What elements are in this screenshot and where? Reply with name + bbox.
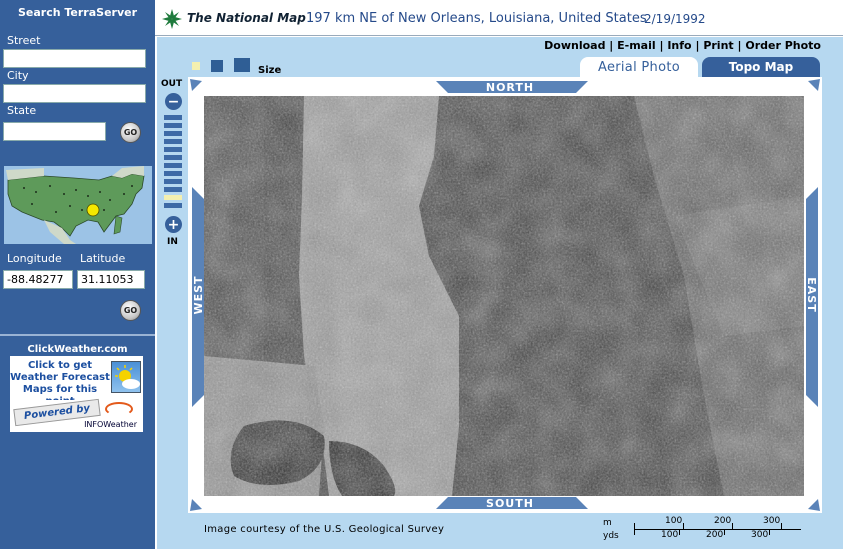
size-label: Size <box>258 65 282 76</box>
map-viewer: Download | E-mail | Info | Print | Order… <box>157 37 843 549</box>
clickweather-title[interactable]: ClickWeather.com <box>0 344 155 355</box>
zoom-level-step[interactable] <box>164 147 182 152</box>
search-go-button[interactable]: GO <box>120 122 141 143</box>
sidebar-title: Search TerraServer <box>17 6 138 19</box>
header: The National Map 197 km NE of New Orlean… <box>155 0 843 36</box>
image-date: 2/19/1992 <box>644 12 706 26</box>
size-medium-button[interactable] <box>211 60 223 72</box>
scale-tick <box>781 523 782 529</box>
scale-label-m: 100 <box>665 516 683 526</box>
pan-north-button[interactable]: NORTH <box>460 81 560 94</box>
toolbar-links: Download | E-mail | Info | Print | Order… <box>544 39 821 52</box>
zoom-level-step[interactable] <box>164 187 182 192</box>
scale-unit-yards: yds <box>603 531 619 541</box>
image-credit: Image courtesy of the U.S. Geological Su… <box>204 524 445 535</box>
street-input[interactable] <box>3 49 146 68</box>
zoom-level-step[interactable] <box>164 171 182 176</box>
toolbar-separator: | <box>605 39 618 52</box>
pan-west-button[interactable]: WEST <box>192 251 205 339</box>
weather-line: Click to get <box>27 360 93 371</box>
city-input[interactable] <box>3 84 146 103</box>
email-link[interactable]: E-mail <box>617 39 656 52</box>
scale-label-yds: 300 <box>751 530 769 540</box>
zoom-level-step[interactable] <box>164 155 182 160</box>
latitude-label: Latitude <box>80 252 126 265</box>
toolbar-separator: | <box>655 39 668 52</box>
longitude-input[interactable] <box>3 270 73 289</box>
scale-tick <box>683 523 684 529</box>
zoom-out-label: OUT <box>161 79 183 89</box>
city-label: City <box>7 69 29 82</box>
scale-tick <box>724 529 725 535</box>
zoom-level-step[interactable] <box>164 163 182 168</box>
zoom-level-step[interactable] <box>164 115 182 120</box>
toolbar-separator: | <box>691 39 704 52</box>
toolbar-separator: | <box>733 39 746 52</box>
scale-label-yds: 100 <box>661 530 679 540</box>
scale-tick <box>679 529 680 535</box>
longitude-label: Longitude <box>7 252 62 265</box>
zoom-out-button[interactable]: − <box>165 93 182 110</box>
size-small-button[interactable] <box>192 62 200 70</box>
scale-tick <box>634 523 635 535</box>
aerial-photo-image[interactable] <box>204 96 804 496</box>
zoom-level-step[interactable] <box>164 179 182 184</box>
scale-tick <box>732 523 733 529</box>
national-map-brand[interactable]: The National Map <box>187 11 306 25</box>
zoom-level-step[interactable] <box>164 123 182 128</box>
zoom-level-step[interactable] <box>164 203 182 208</box>
scale-tick <box>769 529 770 535</box>
street-label: Street <box>7 34 41 47</box>
order-photo-link[interactable]: Order Photo <box>745 39 821 52</box>
state-input[interactable] <box>3 122 106 141</box>
us-map-icon <box>6 166 145 244</box>
sidebar: Search TerraServer Street City State GO … <box>0 0 155 549</box>
size-large-button[interactable] <box>234 58 250 72</box>
print-link[interactable]: Print <box>703 39 733 52</box>
infoweather-label: INFOWeather <box>84 420 137 429</box>
scale-bar: m yds 100 200 300 100 200 300 <box>597 516 807 544</box>
info-link[interactable]: Info <box>667 39 691 52</box>
scale-label-m: 200 <box>714 516 732 526</box>
scale-label-m: 300 <box>763 516 781 526</box>
pan-east-button[interactable]: EAST <box>806 251 819 339</box>
zoom-level-current[interactable] <box>164 195 182 200</box>
coords-go-button[interactable]: GO <box>120 300 141 321</box>
scale-unit-meters: m <box>603 518 612 528</box>
infoweather-link[interactable]: Powered by INFOWeather <box>10 398 143 432</box>
national-map-logo-icon <box>162 9 182 29</box>
weather-sun-icon <box>111 361 141 393</box>
location-title: 197 km NE of New Orleans, Louisiana, Uni… <box>306 11 647 26</box>
download-link[interactable]: Download <box>544 39 605 52</box>
weather-forecast-link[interactable]: Click to get Weather Forecast Maps for t… <box>10 356 143 407</box>
state-label: State <box>7 104 37 117</box>
tab-aerial-photo[interactable]: Aerial Photo <box>580 57 698 77</box>
latitude-input[interactable] <box>77 270 145 289</box>
zoom-level-step[interactable] <box>164 131 182 136</box>
zoom-in-button[interactable]: + <box>165 216 182 233</box>
pan-south-button[interactable]: SOUTH <box>460 497 560 510</box>
weather-line: Weather Forecast <box>10 372 110 383</box>
sidebar-divider <box>0 334 155 336</box>
scale-label-yds: 200 <box>706 530 724 540</box>
tab-topo-map[interactable]: Topo Map <box>702 57 820 77</box>
zoom-level-step[interactable] <box>164 139 182 144</box>
locator-map[interactable] <box>4 166 152 244</box>
zoom-in-label: IN <box>167 237 178 247</box>
infoweather-logo-icon <box>105 402 133 416</box>
